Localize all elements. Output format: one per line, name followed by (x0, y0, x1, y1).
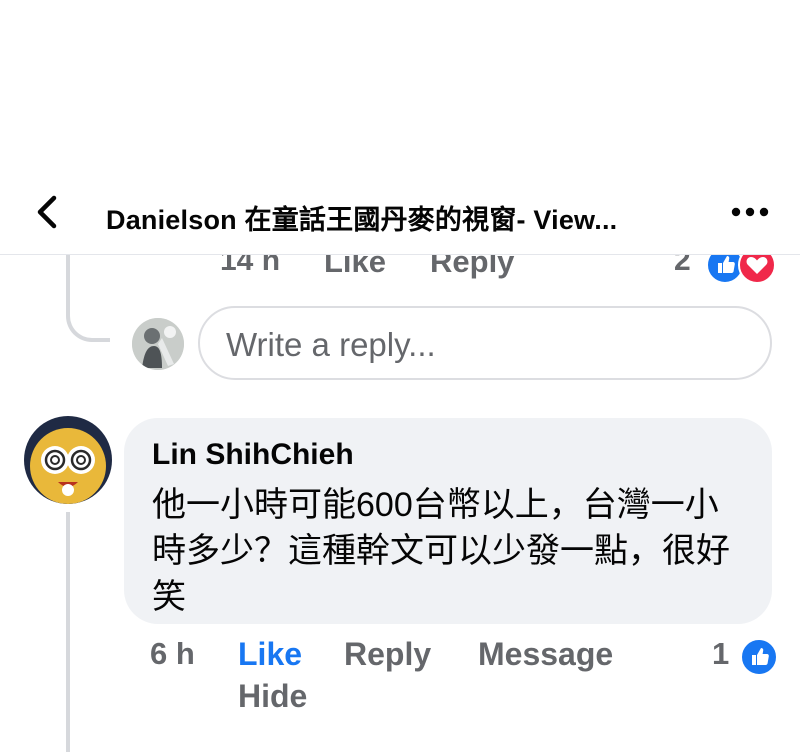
more-options-button[interactable] (726, 200, 774, 224)
avatar[interactable] (24, 416, 112, 504)
back-button[interactable] (28, 192, 68, 232)
reply-input[interactable]: Write a reply... (198, 306, 772, 380)
avatar[interactable] (132, 318, 184, 370)
more-horizontal-icon (731, 207, 769, 217)
user-avatar-image (24, 416, 112, 504)
reaction-count[interactable]: 1 (712, 636, 729, 672)
message-button[interactable]: Message (478, 636, 613, 673)
reply-button[interactable]: Reply (344, 636, 431, 673)
comment-text: 他一小時可能600台幣以上，台灣一小時多少？這種幹文可以少發一點，很好笑 (152, 486, 730, 616)
like-reaction-icon (740, 638, 778, 676)
page-title[interactable]: Danielson 在童話王國丹麥的視窗- View... (106, 198, 706, 237)
hide-button[interactable]: Hide (238, 678, 307, 715)
top-bar: Danielson 在童話王國丹麥的視窗- View... (0, 170, 800, 255)
comment-author[interactable]: Lin ShihChieh (152, 438, 354, 472)
reply-input-placeholder: Write a reply... (226, 326, 436, 363)
comment-bubble[interactable]: Lin ShihChieh 他一小時可能600台幣以上，台灣一小時多少？這種幹文… (124, 418, 772, 624)
comment-timestamp[interactable]: 6 h (150, 636, 195, 672)
comment-actions: 6 h Like Reply Message Hide 1 (0, 636, 800, 744)
chevron-left-icon (37, 195, 57, 229)
like-button[interactable]: Like (238, 636, 302, 673)
user-avatar-image (132, 318, 184, 370)
